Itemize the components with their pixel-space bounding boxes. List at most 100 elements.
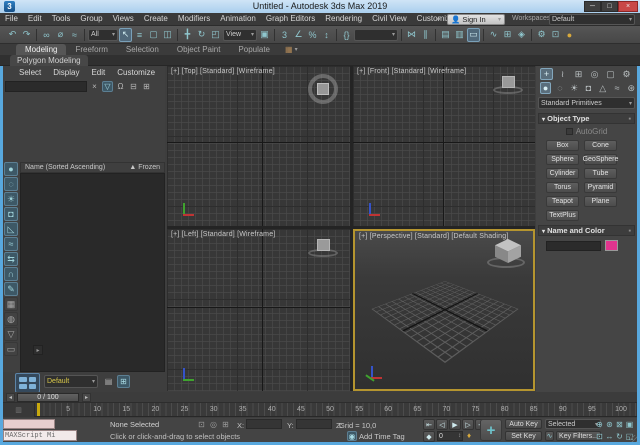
ribbon-tab-object-paint[interactable]: Object Paint	[168, 44, 230, 55]
selection-set-dropdown[interactable]: Selected ▾	[545, 419, 601, 429]
spinner-snap-icon[interactable]: ↕	[320, 28, 333, 42]
next-frame-button[interactable]: ▷	[462, 419, 474, 430]
viewport-layout-tab-button[interactable]	[15, 373, 40, 393]
display-tab-icon[interactable]: ▢	[604, 68, 617, 80]
spacewarps-category-icon[interactable]: ≈	[611, 82, 622, 94]
filter-groups-icon[interactable]: ⇆	[4, 252, 18, 266]
explorer-menu-display[interactable]: Display	[47, 68, 85, 77]
hierarchy-tab-icon[interactable]: ⊞	[572, 68, 585, 80]
object-type-button-torus[interactable]: Torus	[546, 182, 579, 193]
explorer-column-header[interactable]: Name (Sorted Ascending) ▲ Frozen	[20, 162, 165, 173]
reference-coordinate-dropdown[interactable]: View ▾	[223, 28, 257, 41]
object-name-input[interactable]	[546, 240, 601, 251]
object-color-swatch[interactable]	[605, 240, 618, 251]
viewcube[interactable]	[308, 74, 338, 104]
filter-materials-icon[interactable]: ◍	[4, 312, 18, 326]
geometry-category-icon[interactable]: ●	[540, 82, 552, 94]
unlink-selection-icon[interactable]: ⌀	[54, 28, 67, 42]
object-type-button-plane[interactable]: Plane	[584, 196, 617, 207]
filter-cameras-icon[interactable]: ◘	[4, 207, 18, 221]
explorer-menu-select[interactable]: Select	[13, 68, 47, 77]
current-frame-field[interactable]: 0 ↕	[437, 431, 463, 441]
rendered-frame-icon[interactable]: ⊡	[549, 28, 562, 42]
align-icon[interactable]: ∥	[419, 28, 432, 42]
mirror-icon[interactable]: ⋈	[405, 28, 418, 42]
menu-views[interactable]: Views	[108, 13, 139, 25]
zoom-all-icon[interactable]: ⊛	[605, 419, 614, 429]
pan-icon[interactable]: ↔	[605, 431, 614, 441]
selection-lock-toggle[interactable]: ◉	[347, 431, 357, 441]
menu-file[interactable]: File	[0, 13, 23, 25]
maximize-button[interactable]: □	[601, 1, 618, 12]
search-input[interactable]	[5, 81, 87, 92]
object-type-button-cone[interactable]: Cone	[584, 140, 617, 151]
clear-search-icon[interactable]: ×	[89, 81, 100, 92]
redo-icon[interactable]: ↷	[20, 28, 33, 42]
time-slider-track[interactable]: ◂ 0 / 100 ▸	[3, 392, 637, 403]
selection-filter-dropdown[interactable]: All ▾	[88, 28, 118, 41]
menu-edit[interactable]: Edit	[23, 13, 47, 25]
viewport-left[interactable]: [+] [Left] [Standard] [Wireframe]	[167, 229, 350, 391]
expand-all-icon[interactable]: ⊟	[128, 81, 139, 92]
previous-frame-arrow[interactable]: ◂	[6, 392, 15, 402]
object-type-button-sphere[interactable]: Sphere	[546, 154, 579, 165]
use-pivot-center-icon[interactable]: ▣	[258, 28, 271, 42]
offset-mode-icon[interactable]: ◎	[208, 419, 219, 430]
angle-snap-icon[interactable]: ∠	[292, 28, 305, 42]
maxscript-mini-listener[interactable]: MAXScript Mi	[3, 430, 77, 441]
select-and-link-icon[interactable]: ∞	[40, 28, 53, 42]
filter-funnel-icon[interactable]: ▽	[102, 81, 113, 92]
explorer-menu-customize[interactable]: Customize	[111, 68, 161, 77]
default-tangent-icon[interactable]: ∿	[545, 431, 554, 441]
select-object-icon[interactable]: ↖	[119, 27, 132, 42]
viewcube[interactable]	[495, 239, 521, 263]
play-button[interactable]: ▶	[449, 419, 461, 430]
schematic-view-icon[interactable]: ⊞	[501, 28, 514, 42]
viewcube[interactable]	[317, 239, 330, 251]
undo-icon[interactable]: ↶	[6, 28, 19, 42]
object-type-rollout-header[interactable]: ▾ Object Type ▪	[538, 113, 635, 124]
object-type-button-cylinder[interactable]: Cylinder	[546, 168, 579, 179]
spinner-icon[interactable]: ↕	[458, 433, 461, 439]
viewport-front-label[interactable]: [+] [Front] [Standard] [Wireframe]	[357, 68, 466, 75]
isolate-selection-icon[interactable]: ⊡	[196, 419, 207, 430]
object-type-button-tube[interactable]: Tube	[584, 168, 617, 179]
next-frame-arrow[interactable]: ▸	[82, 392, 91, 402]
frozen-column-header[interactable]: ▲ Frozen	[129, 164, 160, 171]
macro-recorder-field[interactable]	[3, 419, 55, 429]
viewcube[interactable]	[502, 76, 515, 88]
viewport-left-label[interactable]: [+] [Left] [Standard] [Wireframe]	[171, 231, 275, 238]
go-to-start-button[interactable]: ⇤	[423, 419, 435, 430]
close-button[interactable]: ×	[618, 1, 638, 12]
ribbon-tab-freeform[interactable]: Freeform	[66, 44, 116, 55]
menu-tools[interactable]: Tools	[47, 13, 76, 25]
time-slider-handle[interactable]: 0 / 100	[17, 392, 79, 402]
filter-bones-icon[interactable]: ✎	[4, 282, 18, 296]
edit-named-selections-icon[interactable]: {}	[340, 28, 353, 42]
menu-group[interactable]: Group	[75, 13, 107, 25]
explorer-hierarchy-view-icon[interactable]: ⊞	[117, 375, 130, 388]
bind-to-space-warp-icon[interactable]: ≈	[68, 28, 81, 42]
minimize-button[interactable]: ─	[584, 1, 601, 12]
filter-xrefs-icon[interactable]: ∩	[4, 267, 18, 281]
window-crossing-icon[interactable]: ◫	[161, 28, 174, 42]
y-coordinate-field[interactable]	[296, 419, 332, 429]
track-bar[interactable]: ▥ 5 10 15 20 25 30 35 40 45 50 55 60 65 70 75 80 85 90 95 1…	[3, 403, 637, 417]
filter-selection-icon[interactable]: ▭	[4, 342, 18, 356]
select-and-move-icon[interactable]: ╋	[181, 28, 194, 42]
workspaces-dropdown[interactable]: Default ▾	[549, 14, 635, 25]
object-type-button-pyramid[interactable]: Pyramid	[584, 182, 617, 193]
menu-rendering[interactable]: Rendering	[320, 13, 367, 25]
viewport-top[interactable]: [+] [Top] [Standard] [Wireframe]	[167, 66, 350, 226]
ribbon-toggle-icon[interactable]: ▭	[467, 27, 480, 42]
snap-toggle-icon[interactable]: 3	[278, 28, 291, 42]
ribbon-tab-populate[interactable]: Populate	[229, 44, 279, 55]
render-icon[interactable]: ●	[563, 28, 576, 42]
menu-animation[interactable]: Animation	[215, 13, 261, 25]
set-key-icon[interactable]: ♦	[467, 431, 471, 440]
rectangular-selection-icon[interactable]: ▢	[147, 28, 160, 42]
autogrid-checkbox[interactable]: AutoGrid	[536, 127, 637, 136]
ribbon-tab-selection[interactable]: Selection	[117, 44, 168, 55]
key-mode-toggle[interactable]: ◆	[423, 431, 435, 442]
resize-grip[interactable]	[630, 435, 637, 442]
